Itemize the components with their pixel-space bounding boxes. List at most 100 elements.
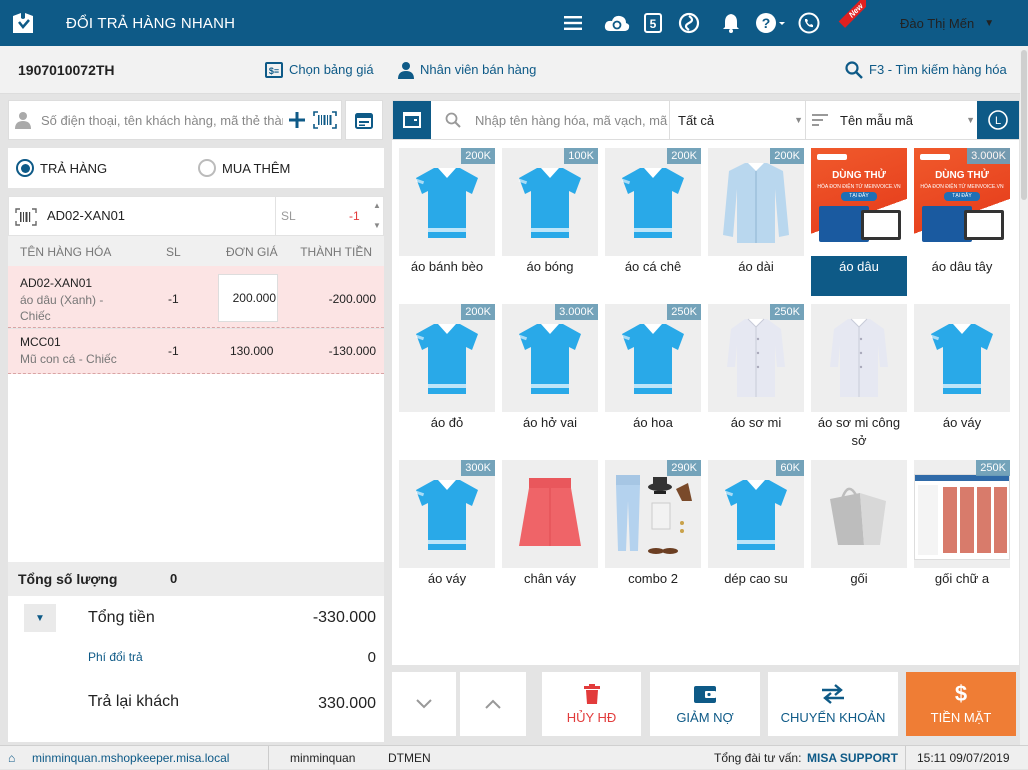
bank-transfer-button[interactable]: CHUYỂN KHOẢN [768, 672, 898, 736]
menu-icon[interactable] [555, 0, 591, 46]
collapse-toggle-icon[interactable]: ▼ [24, 604, 56, 632]
price-badge: 3.000K [555, 304, 598, 320]
customer-search-input[interactable]: Số điện thoại, tên khách hàng, mã thẻ th… [41, 113, 283, 128]
product-tile[interactable]: 200K áo bánh bèo [399, 148, 495, 296]
cart-row[interactable]: AD02-XAN01 áo dâu (Xanh) - Chiếc -1 200.… [8, 266, 384, 328]
product-tile[interactable]: 250K gối chữ a [914, 460, 1010, 608]
product-tile[interactable]: áo váy [914, 304, 1010, 452]
status-bar: ⌂ minminquan.mshopkeeper.misa.local minm… [0, 745, 1028, 770]
product-tile[interactable]: 200K áo cá chê [605, 148, 701, 296]
bell-icon[interactable] [713, 0, 749, 46]
help-icon[interactable]: ? [749, 0, 791, 46]
sort-icon [812, 114, 828, 126]
totals-panel: ▼ Tổng tiền -330.000 Phí đổi trả 0 Trả l… [8, 596, 384, 742]
product-tile[interactable]: 60K dép cao su [708, 460, 804, 608]
mode-buy-more-radio[interactable]: MUA THÊM [198, 159, 290, 177]
layout-l-button[interactable]: L [977, 101, 1019, 139]
person-icon [15, 112, 31, 129]
staff-icon [398, 61, 414, 79]
category-select[interactable]: Tất cả ▼ [669, 101, 805, 139]
product-search-bar: Nhập tên hàng hóa, mã vạch, mã Tất cả ▼ … [392, 100, 1019, 140]
user-name: Đào Thị Mến [900, 15, 975, 31]
support-link[interactable]: MISA SUPPORT [807, 751, 898, 765]
product-name: áo bánh bèo [410, 259, 484, 274]
cancel-invoice-button[interactable]: HỦY HĐ [542, 672, 641, 736]
screenshot-thumb [914, 460, 1010, 568]
date-button[interactable] [345, 100, 383, 140]
product-search-input[interactable]: Nhập tên hàng hóa, mã vạch, mã [475, 113, 673, 128]
price-badge: 300K [461, 460, 495, 476]
sort-select[interactable]: Tên mẫu mã ▼ [805, 101, 977, 139]
product-tile[interactable]: 200K áo dài [708, 148, 804, 296]
barcode-icon [15, 208, 37, 226]
search-products-shortcut[interactable]: F3 - Tìm kiếm hàng hóa [845, 60, 1007, 79]
shirt-icon [399, 304, 495, 412]
chevron-down-icon: ▼ [794, 115, 803, 125]
bag-placeholder-icon [811, 460, 907, 568]
scan-code-input[interactable]: AD02-XAN01 [47, 208, 125, 223]
price-badge: 250K [976, 460, 1010, 476]
sales-staff-button[interactable]: Nhân viên bán hàng [398, 61, 536, 79]
view-toggle-button[interactable] [393, 101, 431, 139]
product-name: chân váy [523, 571, 577, 586]
user-menu[interactable]: Đào Thị Mến ▼ [900, 0, 994, 46]
reduce-debt-button[interactable]: GIẢM NỢ [650, 672, 760, 736]
product-tile[interactable]: 200K áo đỏ [399, 304, 495, 452]
product-tile[interactable]: chân váy [502, 460, 598, 608]
product-tile[interactable]: 290K combo 2 [605, 460, 701, 608]
receipt-edge [8, 738, 384, 740]
swirl-app-icon[interactable] [671, 0, 707, 46]
product-name: áo sơ mi công sở [817, 415, 901, 448]
calendar-icon [355, 113, 373, 129]
radio-unchecked-icon [198, 159, 216, 177]
product-tile[interactable]: 250K áo sơ mi [708, 304, 804, 452]
outfit-icon [605, 460, 701, 568]
domain-link[interactable]: minminquan.mshopkeeper.misa.local [32, 751, 229, 765]
home-icon: ⌂ [8, 751, 16, 765]
shortcut-5-icon[interactable]: 5 [635, 0, 671, 46]
exchange-fee-link[interactable]: Phí đổi trả [88, 650, 143, 664]
product-tile[interactable]: 300K áo váy [399, 460, 495, 608]
scroll-up-button[interactable] [460, 672, 526, 736]
product-tile[interactable]: 250K áo hoa [605, 304, 701, 452]
product-tile[interactable]: DÙNG THỬ HÓA ĐƠN ĐIỆN TỬ MEINVOICE.VN TẠI … [811, 148, 907, 296]
trash-icon [583, 683, 600, 704]
product-name: áo cá chê [624, 259, 682, 274]
price-badge: 200K [461, 304, 495, 320]
barcode-scan-icon [313, 111, 337, 129]
top-bar: ĐỔI TRẢ HÀNG NHANH [0, 0, 1028, 46]
cloud-sync-icon[interactable] [599, 0, 635, 46]
product-tile[interactable]: DÙNG THỬ HÓA ĐƠN ĐIỆN TỬ MEINVOICE.VN TẠI … [914, 148, 1010, 296]
stepper-down-icon[interactable]: ▼ [373, 221, 381, 230]
price-badge: 250K [770, 304, 804, 320]
mode-return-radio[interactable]: TRẢ HÀNG [16, 159, 107, 177]
cart-row[interactable]: MCC01 Mũ con cá - Chiếc -1 130.000 -130.… [8, 329, 384, 374]
product-name: áo sơ mi [730, 415, 782, 430]
scroll-down-button[interactable] [392, 672, 456, 736]
scan-qty-input[interactable]: -1 [349, 209, 360, 223]
radio-checked-icon [16, 159, 34, 177]
svg-text:5: 5 [650, 17, 657, 31]
svg-text:L: L [995, 115, 1001, 127]
product-tile[interactable]: 3.000K áo hở vai [502, 304, 598, 452]
product-tile[interactable]: 100K áo bóng [502, 148, 598, 296]
price-list-button[interactable]: $≡ Chọn bảng giá [265, 61, 374, 78]
product-name: áo váy [942, 415, 982, 430]
stepper-up-icon[interactable]: ▲ [373, 201, 381, 210]
chevron-down-icon [416, 699, 432, 709]
product-tile[interactable]: gối [811, 460, 907, 608]
cash-payment-button[interactable]: $ TIỀN MẶT [906, 672, 1016, 736]
app-title: ĐỔI TRẢ HÀNG NHANH [66, 14, 236, 32]
page-scrollbar[interactable] [1020, 46, 1028, 745]
product-tile[interactable]: áo sơ mi công sở [811, 304, 907, 452]
product-name: gối chữ a [934, 571, 990, 586]
price-badge: 250K [667, 304, 701, 320]
invoice-number: 1907010072TH [18, 61, 115, 78]
shirt-icon [605, 148, 701, 256]
scan-qty-label: SL [281, 209, 296, 223]
customer-search[interactable]: Số điện thoại, tên khách hàng, mã thẻ th… [8, 100, 342, 140]
unit-price-input[interactable]: 200.000 [218, 274, 278, 322]
price-badge: 200K [770, 148, 804, 164]
app-logo-icon[interactable] [0, 0, 46, 46]
phone-icon[interactable] [791, 0, 827, 46]
